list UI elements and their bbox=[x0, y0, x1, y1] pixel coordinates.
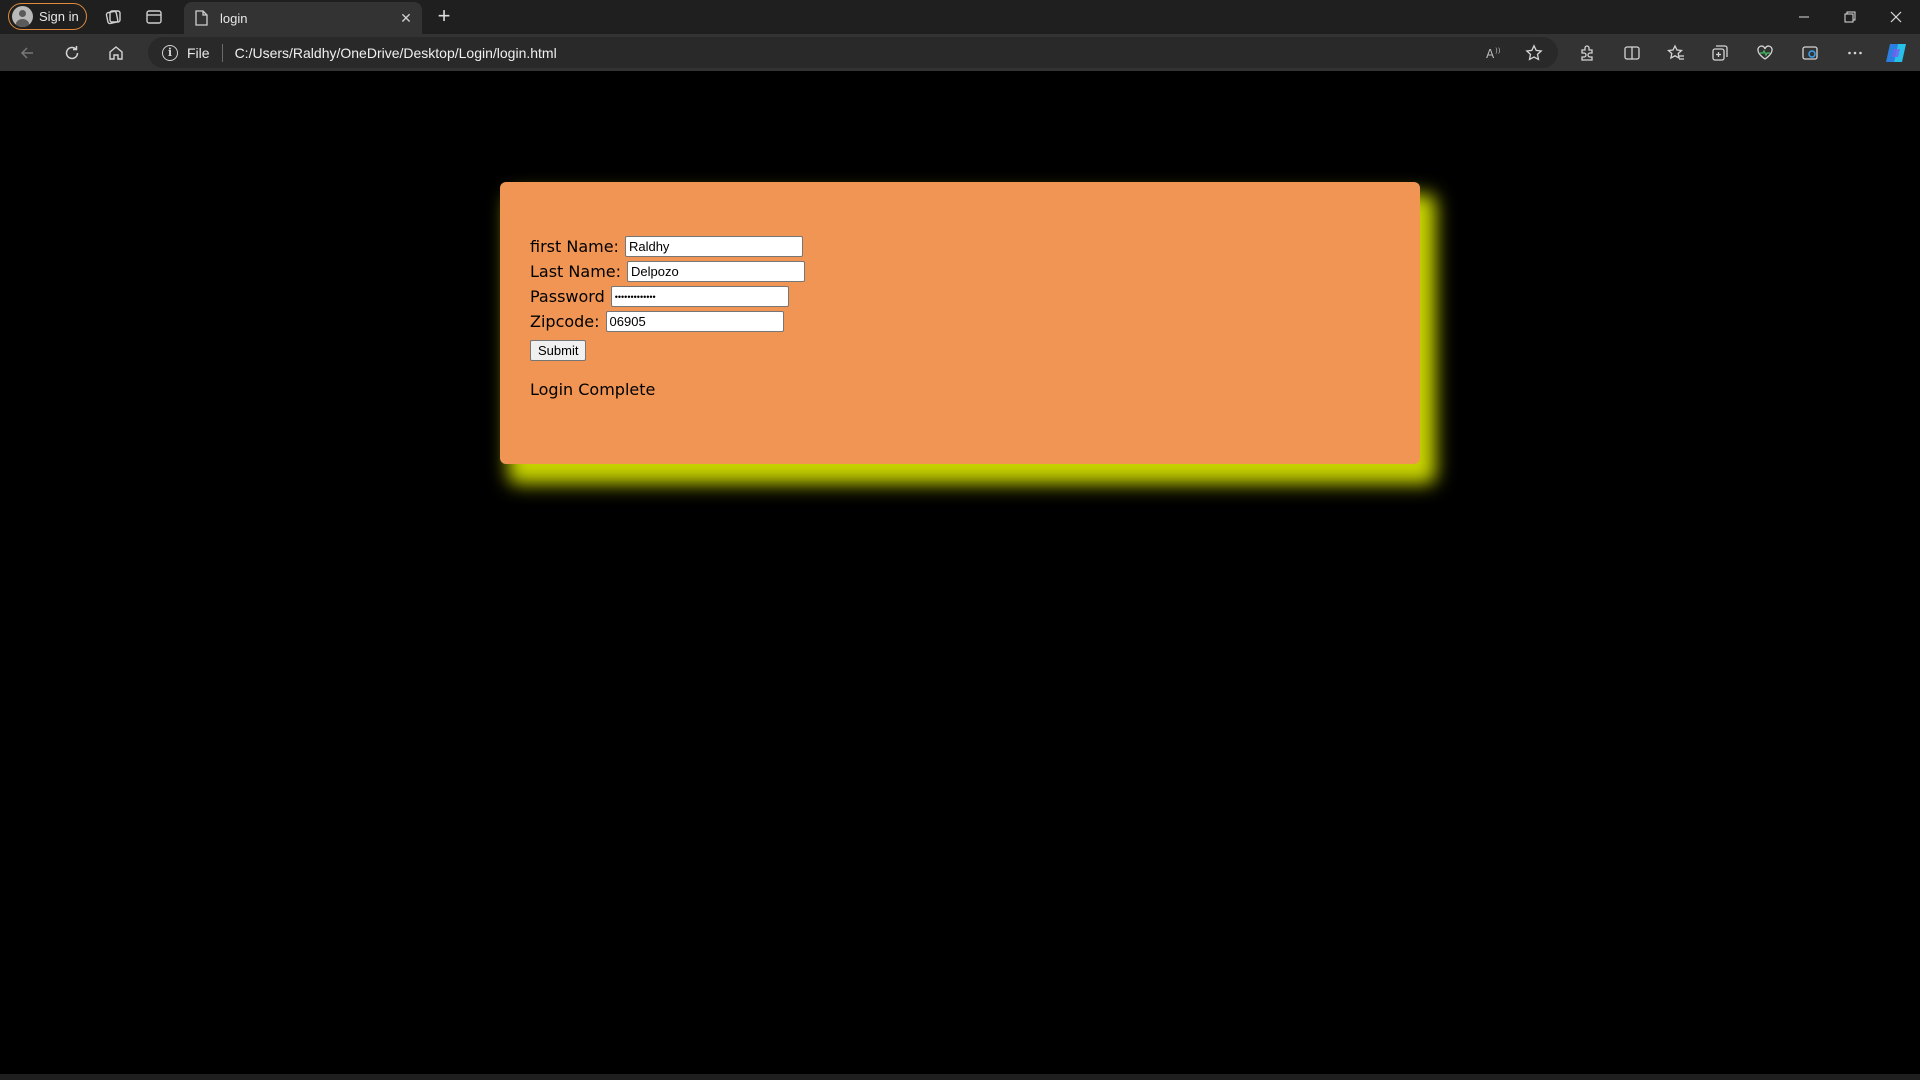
zipcode-label: Zipcode: bbox=[530, 312, 600, 331]
more-icon[interactable] bbox=[1844, 42, 1866, 64]
browser-toolbar: i File C:/Users/Raldhy/OneDrive/Desktop/… bbox=[0, 34, 1920, 71]
new-tab-icon[interactable]: + bbox=[433, 5, 455, 28]
password-field[interactable] bbox=[610, 286, 789, 307]
tab-actions-icon[interactable] bbox=[144, 7, 164, 27]
info-icon[interactable]: i bbox=[162, 44, 178, 61]
close-window-icon[interactable] bbox=[1873, 4, 1919, 30]
heart-pulse-icon[interactable] bbox=[1754, 42, 1776, 64]
url-text[interactable]: C:/Users/Raldhy/OneDrive/Desktop/Login/l… bbox=[235, 45, 557, 61]
svg-text:A: A bbox=[1486, 47, 1495, 61]
copilot-icon[interactable] bbox=[1884, 41, 1908, 65]
edge-icon[interactable] bbox=[1799, 42, 1821, 64]
svg-text:)): )) bbox=[1495, 47, 1501, 55]
collections-icon[interactable] bbox=[1709, 42, 1731, 64]
profile-button[interactable]: Sign in bbox=[8, 3, 87, 30]
favorites-icon[interactable] bbox=[1665, 42, 1687, 64]
password-row: Password bbox=[530, 284, 1420, 309]
restore-icon[interactable] bbox=[1827, 4, 1873, 30]
file-scheme-label[interactable]: File bbox=[187, 45, 210, 61]
last-name-label: Last Name: bbox=[530, 262, 622, 281]
close-tab-icon[interactable]: ✕ bbox=[396, 8, 416, 28]
window-bottom-edge bbox=[0, 1074, 1920, 1080]
first-name-label: first Name: bbox=[530, 237, 619, 256]
zipcode-row: Zipcode: bbox=[530, 309, 1420, 334]
last-name-row: Last Name: bbox=[530, 259, 1420, 284]
split-screen-icon[interactable] bbox=[1621, 42, 1643, 64]
profile-label: Sign in bbox=[39, 9, 79, 24]
page-icon bbox=[195, 10, 208, 26]
workspaces-icon[interactable] bbox=[103, 7, 123, 27]
login-card: first Name: Last Name: Password Zipcode:… bbox=[500, 182, 1420, 464]
password-label: Password bbox=[530, 287, 605, 306]
submit-button[interactable]: Submit bbox=[530, 340, 587, 361]
first-name-field[interactable] bbox=[624, 236, 803, 257]
read-aloud-icon[interactable]: A)) bbox=[1483, 42, 1505, 64]
address-separator bbox=[221, 43, 223, 62]
zipcode-field[interactable] bbox=[605, 311, 784, 332]
avatar-icon bbox=[12, 6, 33, 27]
address-bar[interactable]: i File C:/Users/Raldhy/OneDrive/Desktop/… bbox=[148, 37, 1558, 68]
minimize-icon[interactable] bbox=[1781, 4, 1827, 30]
first-name-row: first Name: bbox=[530, 234, 1420, 259]
puzzle-icon[interactable] bbox=[1576, 42, 1598, 64]
home-icon[interactable] bbox=[105, 42, 127, 64]
refresh-icon[interactable] bbox=[61, 42, 83, 64]
tab-login[interactable]: login ✕ bbox=[184, 2, 422, 34]
status-message: Login Complete bbox=[530, 380, 656, 399]
back-arrow-icon[interactable] bbox=[16, 42, 38, 64]
login-form: first Name: Last Name: Password Zipcode:… bbox=[530, 234, 1420, 361]
star-icon[interactable] bbox=[1523, 42, 1545, 64]
tab-title: login bbox=[220, 10, 248, 26]
page-viewport: first Name: Last Name: Password Zipcode:… bbox=[4, 71, 1916, 1074]
title-bar: Sign in login ✕ + bbox=[0, 0, 1920, 34]
last-name-field[interactable] bbox=[627, 261, 806, 282]
